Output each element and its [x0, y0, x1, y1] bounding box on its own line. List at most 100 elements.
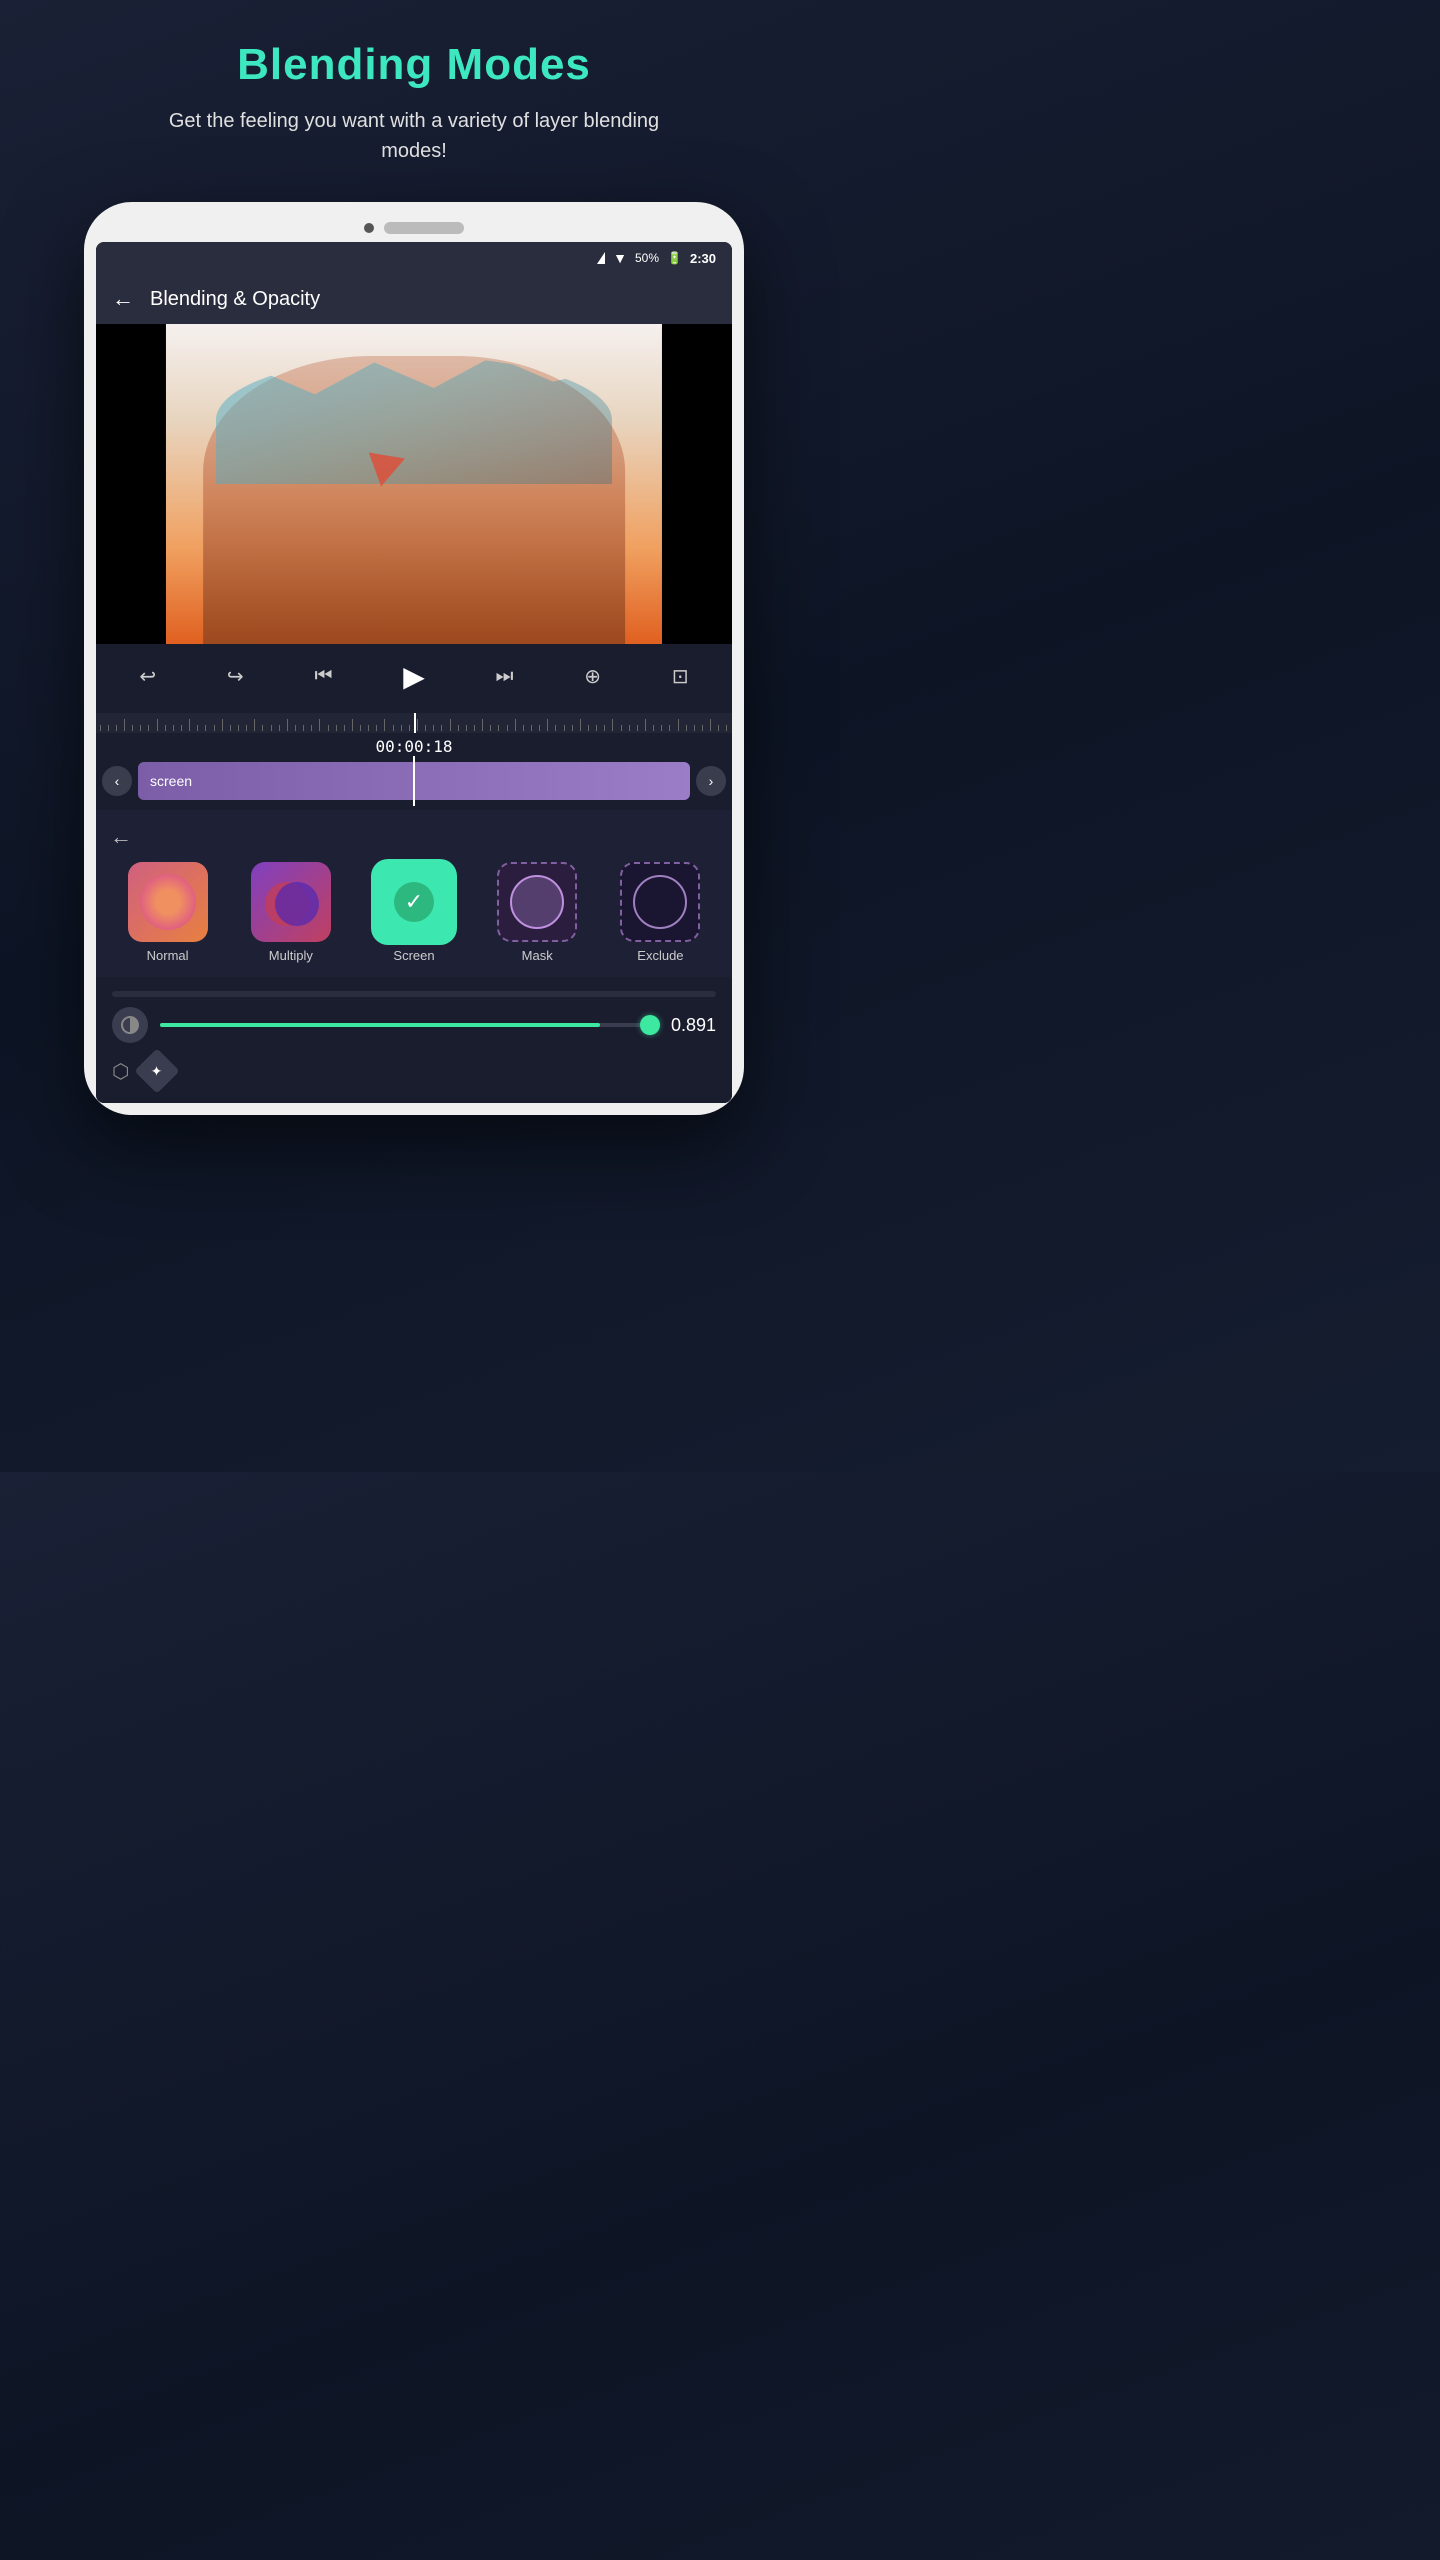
page-subtitle: Get the feeling you want with a variety …	[134, 106, 694, 166]
tick	[710, 719, 711, 731]
page-title: Blending Modes	[237, 40, 591, 90]
diamond-icon: ✦	[152, 1062, 164, 1079]
tick	[604, 725, 605, 731]
tick	[336, 725, 337, 731]
tick	[612, 719, 613, 731]
tick	[580, 719, 581, 731]
tick	[165, 725, 166, 731]
tick	[482, 719, 483, 731]
tick	[157, 719, 158, 731]
tick	[702, 725, 703, 731]
redo-button[interactable]: ↪	[219, 660, 252, 693]
wifi-icon: ▼	[613, 250, 627, 266]
tick	[401, 725, 402, 731]
tick	[572, 725, 573, 731]
play-button[interactable]: ▶	[395, 656, 433, 697]
tick	[498, 725, 499, 731]
tick	[360, 725, 361, 731]
blend-label-mask: Mask	[522, 948, 553, 963]
tick	[108, 725, 109, 731]
phone-top-bar	[96, 222, 732, 234]
blend-label-normal: Normal	[147, 948, 189, 963]
skip-forward-button[interactable]: ⏭	[488, 661, 522, 692]
tick	[450, 719, 451, 731]
blend-mode-multiply[interactable]: Multiply	[233, 862, 348, 963]
tick	[523, 725, 524, 731]
tick	[368, 725, 369, 731]
bottom-area: 0.891 ⬡ ✦	[96, 977, 732, 1103]
tick	[547, 719, 548, 731]
tick	[132, 725, 133, 731]
bottom-tool-row: ⬡ ✦	[112, 1055, 716, 1087]
tick	[474, 725, 475, 731]
tick	[189, 719, 190, 731]
tick	[393, 725, 394, 731]
tick	[458, 725, 459, 731]
app-screen: ▼ 50% 🔋 2:30 ← Blending & Opacity ↩ ↪ ⏮ …	[96, 242, 732, 1103]
phone-mockup: ▼ 50% 🔋 2:30 ← Blending & Opacity ↩ ↪ ⏮ …	[84, 202, 744, 1115]
track-clip[interactable]: screen	[138, 762, 690, 800]
tick	[376, 725, 377, 731]
tick	[319, 719, 320, 731]
blend-thumb-mask	[497, 862, 577, 942]
opacity-slider[interactable]	[160, 1023, 654, 1027]
tick	[222, 719, 223, 731]
tick	[214, 725, 215, 731]
blend-mode-exclude[interactable]: Exclude	[603, 862, 718, 963]
tick	[254, 719, 255, 731]
tick	[181, 725, 182, 731]
tick	[116, 725, 117, 731]
blend-mode-screen[interactable]: ✓ Screen	[356, 862, 471, 963]
blend-back-button[interactable]: ←	[106, 824, 722, 850]
opacity-value: 0.891	[666, 1015, 716, 1036]
tick	[295, 725, 296, 731]
signal-icon	[597, 252, 605, 264]
track-prev-button[interactable]: ‹	[102, 766, 132, 796]
tick	[384, 719, 385, 731]
tick	[490, 725, 491, 731]
tick	[148, 725, 149, 731]
battery-icon: 🔋	[667, 251, 682, 265]
tick	[686, 725, 687, 731]
tick	[100, 725, 101, 731]
tick	[124, 719, 125, 731]
tick	[531, 725, 532, 731]
export-button[interactable]: ⊡	[664, 660, 697, 693]
toolbar-back-button[interactable]: ←	[112, 286, 134, 312]
playhead-line	[414, 713, 416, 733]
tick	[669, 725, 670, 731]
time-text: 2:30	[690, 251, 716, 266]
tick	[588, 725, 589, 731]
track-label: screen	[150, 773, 192, 789]
blend-thumb-multiply	[251, 862, 331, 942]
video-preview	[96, 324, 732, 644]
blend-label-multiply: Multiply	[269, 948, 313, 963]
track-next-button[interactable]: ›	[696, 766, 726, 796]
tick	[311, 725, 312, 731]
skip-back-button[interactable]: ⏮	[306, 661, 340, 692]
tick	[555, 725, 556, 731]
opacity-svg	[120, 1015, 140, 1035]
timeline-ruler[interactable]	[96, 713, 732, 733]
opacity-thumb[interactable]	[640, 1015, 660, 1035]
tick	[230, 725, 231, 731]
bookmark-button[interactable]: ⊕	[576, 660, 609, 693]
track-row: ‹ screen ›	[96, 762, 732, 800]
tick	[173, 725, 174, 731]
tick	[246, 725, 247, 731]
tick	[564, 725, 565, 731]
blend-panel: ← Normal Multiply ✓ Screen	[96, 810, 732, 977]
blend-mode-normal[interactable]: Normal	[110, 862, 225, 963]
blend-mode-mask[interactable]: Mask	[480, 862, 595, 963]
diamond-button[interactable]: ✦	[135, 1048, 180, 1093]
status-bar: ▼ 50% 🔋 2:30	[96, 242, 732, 274]
tick	[466, 725, 467, 731]
layers-button[interactable]: ⬡	[112, 1059, 129, 1084]
tick	[197, 725, 198, 731]
tick	[433, 725, 434, 731]
tick	[596, 725, 597, 731]
tick	[726, 725, 727, 731]
tick	[661, 725, 662, 731]
tick	[425, 725, 426, 731]
undo-button[interactable]: ↩	[131, 660, 164, 693]
